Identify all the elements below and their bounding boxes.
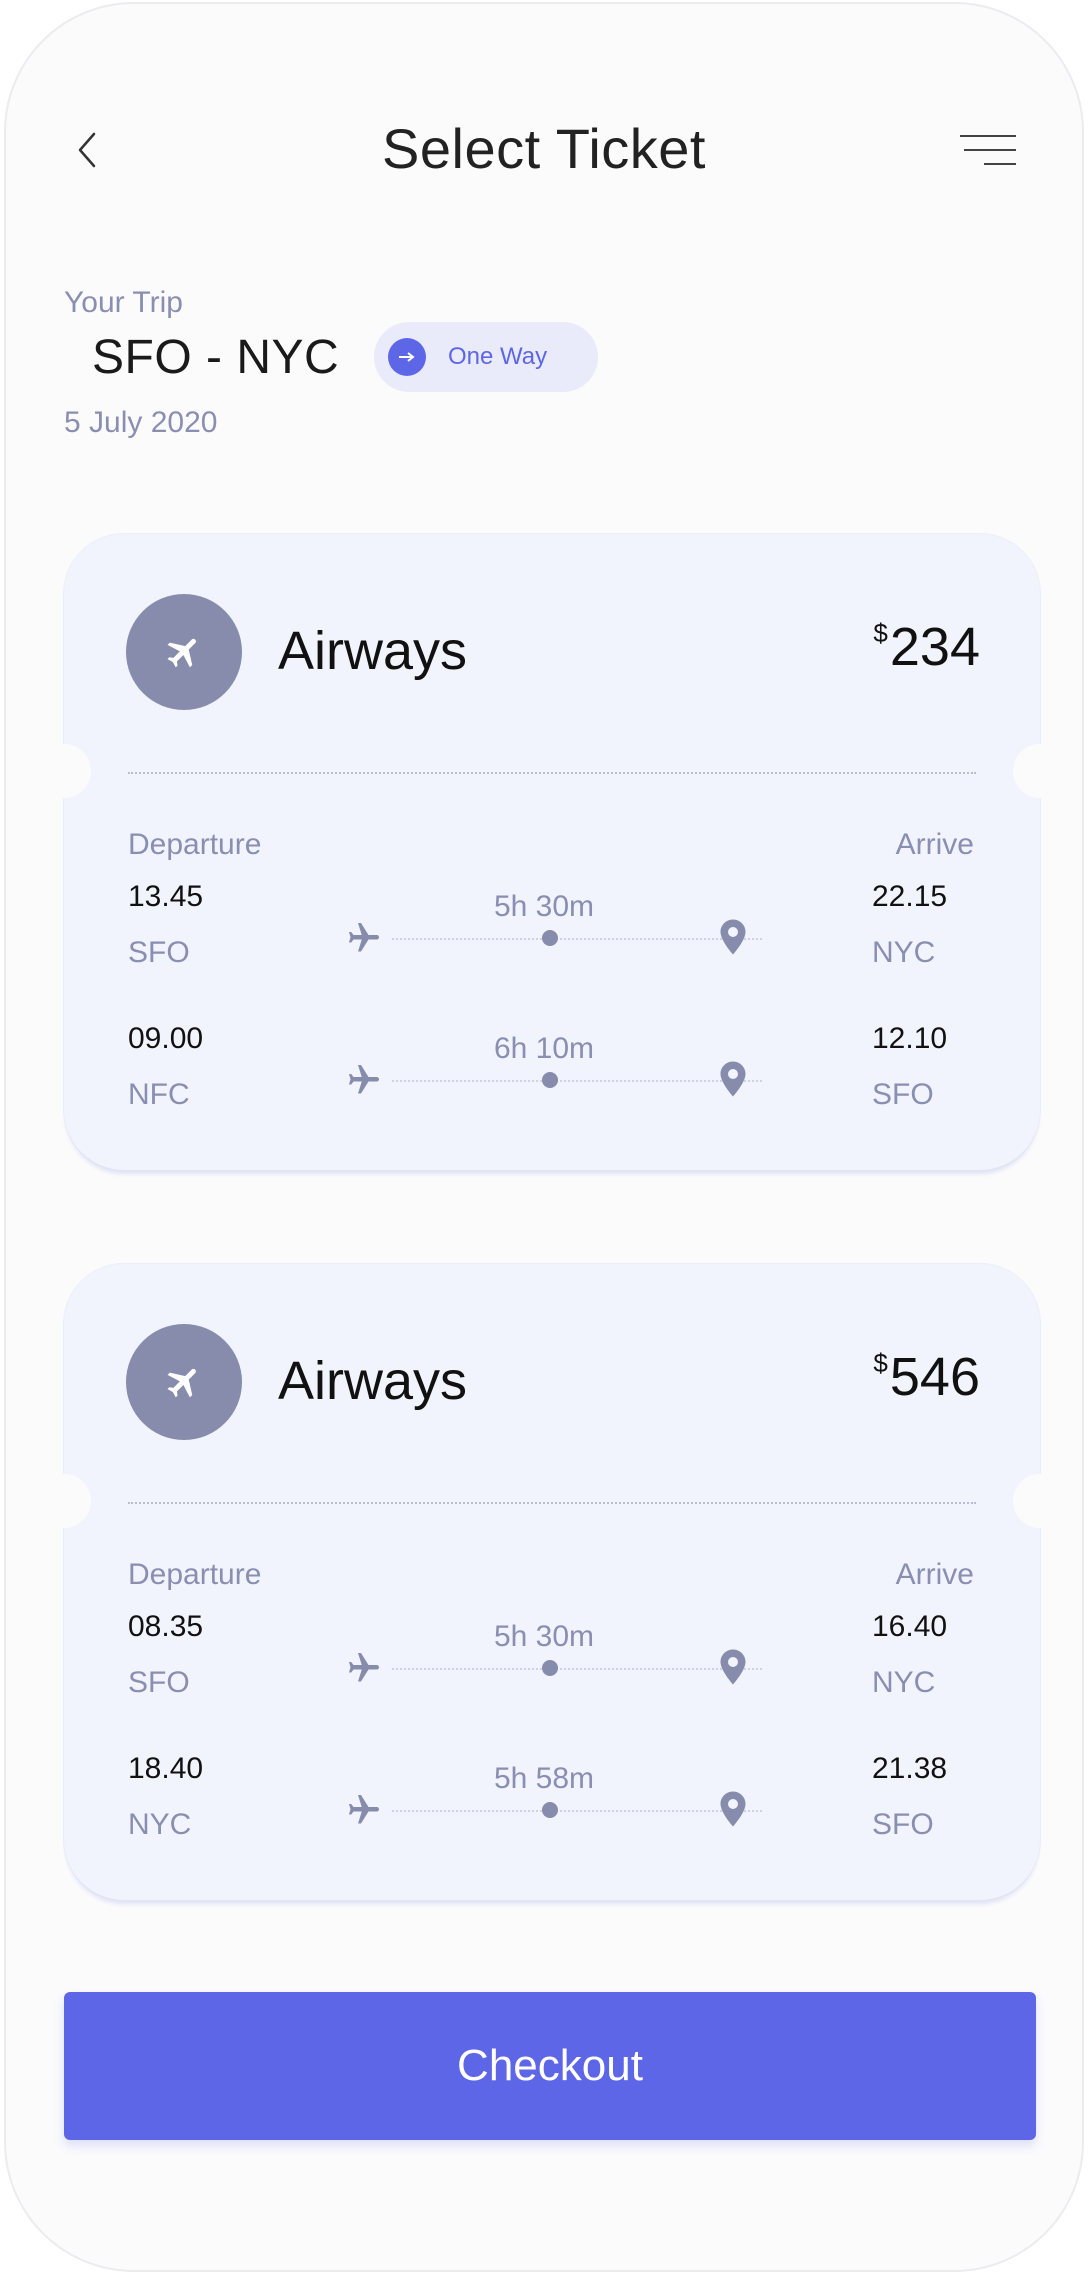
depart-code: NYC [128, 1808, 192, 1841]
arrive-code: NYC [872, 1666, 936, 1699]
trip-type-toggle[interactable]: One Way [374, 322, 598, 392]
depart-code: NFC [128, 1078, 190, 1111]
departure-label: Departure [128, 828, 262, 861]
location-pin-icon [720, 919, 746, 955]
ticket-price: $ 234 [873, 616, 980, 678]
location-pin-icon [720, 1649, 746, 1685]
arrive-time: 16.40 [872, 1610, 948, 1643]
menu-icon [960, 135, 1016, 165]
location-pin-icon [720, 1791, 746, 1827]
flight-leg: 08.35 SFO 5h 30m 16.40 NYC [64, 1610, 1040, 1710]
airplane-icon [349, 1653, 379, 1682]
location-pin-icon [720, 1061, 746, 1097]
airline-name: Airways [278, 621, 468, 681]
route-dot [542, 930, 558, 946]
price-value: 234 [889, 617, 980, 677]
depart-code: SFO [128, 936, 190, 969]
ticket-notch [1013, 744, 1067, 798]
trip-route: SFO - NYC [92, 331, 340, 384]
ticket-notch [37, 744, 91, 798]
ticket-price: $ 546 [873, 1346, 980, 1408]
airplane-icon [349, 1795, 379, 1824]
flight-leg: 13.45 SFO 5h 30m 22.15 NYC [64, 880, 1040, 980]
arrive-label: Arrive [895, 828, 974, 861]
flight-duration: 5h 30m [493, 890, 595, 923]
depart-code: SFO [128, 1666, 190, 1699]
arrive-code: SFO [872, 1808, 934, 1841]
arrive-label: Arrive [895, 1558, 974, 1591]
trip-label: Your Trip [64, 286, 183, 319]
airline-avatar [126, 1324, 242, 1440]
airplane-icon [167, 1368, 196, 1398]
route-line [392, 1668, 762, 1670]
arrive-code: NYC [872, 936, 936, 969]
flight-leg: 09.00 NFC 6h 10m 12.10 SFO [64, 1022, 1040, 1122]
route-line [392, 938, 762, 940]
airline-avatar [126, 594, 242, 710]
phone-screen: Select Ticket Your Trip SFO - NYC 5 July… [4, 2, 1084, 2272]
airplane-icon [349, 1065, 379, 1094]
ticket-notch [37, 1474, 91, 1528]
ticket-divider [128, 772, 976, 774]
route-dot [542, 1802, 558, 1818]
price-currency: $ [873, 1348, 888, 1378]
arrive-code: SFO [872, 1078, 934, 1111]
airplane-icon [349, 923, 379, 952]
price-currency: $ [873, 618, 888, 648]
route-dot [542, 1660, 558, 1676]
trip-type-label: One Way [448, 343, 548, 370]
flight-leg: 18.40 NYC 5h 58m 21.38 SFO [64, 1752, 1040, 1852]
trip-date: 5 July 2020 [64, 406, 218, 439]
airplane-icon [167, 638, 196, 668]
route-dot [542, 1072, 558, 1088]
depart-time: 18.40 [128, 1752, 204, 1785]
ticket-divider [128, 1502, 976, 1504]
checkout-button[interactable]: Checkout [64, 1992, 1036, 2140]
arrow-right-icon [388, 338, 426, 376]
airline-name: Airways [278, 1351, 468, 1411]
arrive-time: 22.15 [872, 880, 948, 913]
departure-label: Departure [128, 1558, 262, 1591]
route-line [392, 1810, 762, 1812]
flight-duration: 6h 10m [493, 1032, 595, 1065]
depart-time: 08.35 [128, 1610, 204, 1643]
ticket-card[interactable]: Airways $ 546 Departure Arrive 08.35 SFO… [37, 1264, 1067, 1900]
price-value: 546 [889, 1347, 980, 1407]
flight-duration: 5h 58m [493, 1762, 595, 1795]
arrive-time: 12.10 [872, 1022, 948, 1055]
depart-time: 13.45 [128, 880, 204, 913]
ticket-card[interactable]: Airways $ 234 Departure Arrive 13.45 SFO… [37, 534, 1067, 1170]
arrive-time: 21.38 [872, 1752, 948, 1785]
route-line [392, 1080, 762, 1082]
page-title: Select Ticket [382, 117, 706, 180]
ticket-notch [1013, 1474, 1067, 1528]
menu-button[interactable] [950, 122, 1020, 178]
depart-time: 09.00 [128, 1022, 204, 1055]
flight-duration: 5h 30m [493, 1620, 595, 1653]
